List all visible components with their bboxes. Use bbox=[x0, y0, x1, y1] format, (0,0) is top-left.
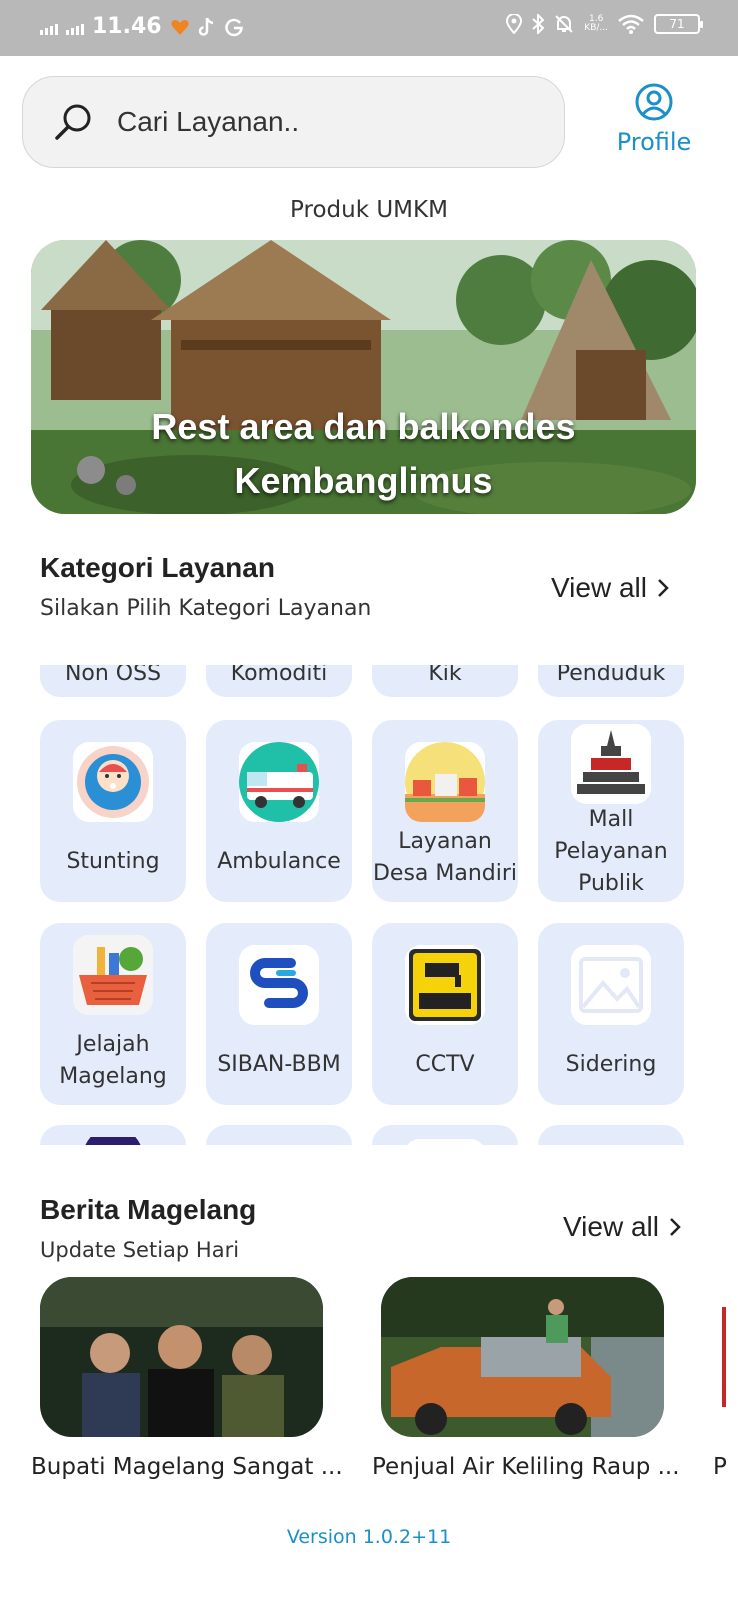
net-speed: 1.6 KB/... bbox=[584, 14, 608, 33]
tile-icon-partial bbox=[85, 1137, 141, 1145]
tile-partial-3[interactable]: Kik bbox=[372, 665, 518, 697]
tile-partial-bottom-4[interactable] bbox=[538, 1125, 684, 1145]
news-image-3 bbox=[722, 1277, 738, 1437]
tile-partial-bottom-2[interactable] bbox=[206, 1125, 352, 1145]
view-all-label: View all bbox=[551, 572, 647, 603]
tile-label: Komoditi bbox=[230, 665, 328, 686]
tile-partial-1[interactable]: Non OSS bbox=[40, 665, 186, 697]
news-title-1[interactable]: Bupati Magelang Sangat ... bbox=[31, 1454, 343, 1480]
tile-label: Stunting bbox=[66, 849, 160, 874]
kategori-view-all-button[interactable]: View all bbox=[551, 572, 669, 604]
tile-partial-bottom-1[interactable] bbox=[40, 1125, 186, 1145]
tile-partial-2[interactable]: Komoditi bbox=[206, 665, 352, 697]
g-icon bbox=[224, 18, 243, 36]
wifi-icon bbox=[618, 14, 644, 34]
search-icon bbox=[55, 104, 91, 140]
tile-jelajah-magelang[interactable]: Jelajah Magelang bbox=[40, 923, 186, 1105]
search-input[interactable] bbox=[117, 106, 517, 138]
tile-ambulance[interactable]: Ambulance bbox=[206, 720, 352, 902]
user-circle-icon bbox=[635, 83, 673, 121]
tile-label: Ambulance bbox=[217, 849, 341, 874]
kategori-grid: Non OSS Komoditi Kik Penduduk Stunting A… bbox=[0, 665, 738, 1145]
image-placeholder-icon bbox=[571, 945, 651, 1025]
tile-stunting[interactable]: Stunting bbox=[40, 720, 186, 902]
news-title-3[interactable]: P bbox=[713, 1454, 727, 1480]
umkm-section-title: Produk UMKM bbox=[290, 197, 448, 223]
news-image-1 bbox=[40, 1277, 323, 1437]
chevron-right-icon bbox=[658, 579, 669, 597]
baby-icon bbox=[73, 742, 153, 822]
berita-view-all-button[interactable]: View all bbox=[563, 1211, 681, 1243]
view-all-label: View all bbox=[563, 1211, 659, 1242]
tile-siban-bbm[interactable]: SIBAN-BBM bbox=[206, 923, 352, 1105]
tiktok-icon bbox=[198, 17, 213, 36]
basket-icon bbox=[73, 935, 153, 1015]
kategori-subtitle: Silakan Pilih Kategori Layanan bbox=[40, 596, 372, 621]
status-bar: 11.46 1.6 KB/... 71 bbox=[0, 0, 738, 56]
berita-title: Berita Magelang bbox=[40, 1194, 257, 1225]
tile-partial-4[interactable]: Penduduk bbox=[538, 665, 684, 697]
heart-icon bbox=[171, 19, 189, 35]
signal-icon bbox=[40, 19, 58, 35]
temple-icon bbox=[571, 724, 651, 804]
profile-label: Profile bbox=[616, 128, 692, 156]
kategori-title: Kategori Layanan bbox=[40, 552, 275, 583]
tile-sidering[interactable]: Sidering bbox=[538, 923, 684, 1105]
banner-caption: Rest area dan balkondes Kembanglimus bbox=[151, 406, 576, 501]
status-time: 11.46 bbox=[92, 14, 162, 39]
village-icon bbox=[405, 742, 485, 822]
tile-label: Kik bbox=[428, 665, 462, 686]
news-card-3[interactable] bbox=[722, 1277, 738, 1437]
umkm-banner[interactable]: Rest area dan balkondes Kembanglimus bbox=[31, 240, 696, 514]
tile-label: Sidering bbox=[565, 1052, 657, 1077]
tile-label: CCTV bbox=[415, 1052, 475, 1077]
tile-label: Mall Pelayanan Publik bbox=[554, 807, 668, 896]
ambulance-icon bbox=[239, 742, 319, 822]
tile-cctv[interactable]: CCTV bbox=[372, 923, 518, 1105]
tile-mall-pelayanan[interactable]: Mall Pelayanan Publik bbox=[538, 720, 684, 902]
news-card-1[interactable] bbox=[40, 1277, 323, 1437]
tile-label: SIBAN-BBM bbox=[217, 1052, 341, 1077]
cctv-icon bbox=[405, 945, 485, 1025]
tile-label: Non OSS bbox=[64, 665, 162, 686]
siban-logo-icon bbox=[239, 945, 319, 1025]
news-card-2[interactable] bbox=[381, 1277, 664, 1437]
tile-desa-mandiri[interactable]: Layanan Desa Mandiri bbox=[372, 720, 518, 902]
profile-button[interactable]: Profile bbox=[604, 82, 704, 156]
tile-partial-bottom-3[interactable] bbox=[372, 1125, 518, 1145]
tile-icon-partial bbox=[405, 1139, 485, 1145]
search-bar[interactable] bbox=[22, 76, 565, 168]
battery-icon: 71 bbox=[654, 14, 703, 34]
news-image-2 bbox=[381, 1277, 664, 1437]
tile-label: Layanan Desa Mandiri bbox=[372, 829, 518, 886]
location-icon bbox=[506, 14, 523, 34]
chevron-right-icon bbox=[670, 1218, 681, 1236]
berita-subtitle: Update Setiap Hari bbox=[40, 1238, 240, 1262]
bluetooth-icon bbox=[532, 14, 545, 34]
tile-label: Jelajah Magelang bbox=[59, 1032, 167, 1089]
tile-label: Penduduk bbox=[556, 665, 666, 686]
app-version: Version 1.0.2+11 bbox=[286, 1526, 452, 1548]
signal-icon bbox=[66, 19, 84, 35]
news-title-2[interactable]: Penjual Air Keliling Raup ... bbox=[372, 1454, 680, 1480]
mute-icon bbox=[555, 15, 574, 33]
